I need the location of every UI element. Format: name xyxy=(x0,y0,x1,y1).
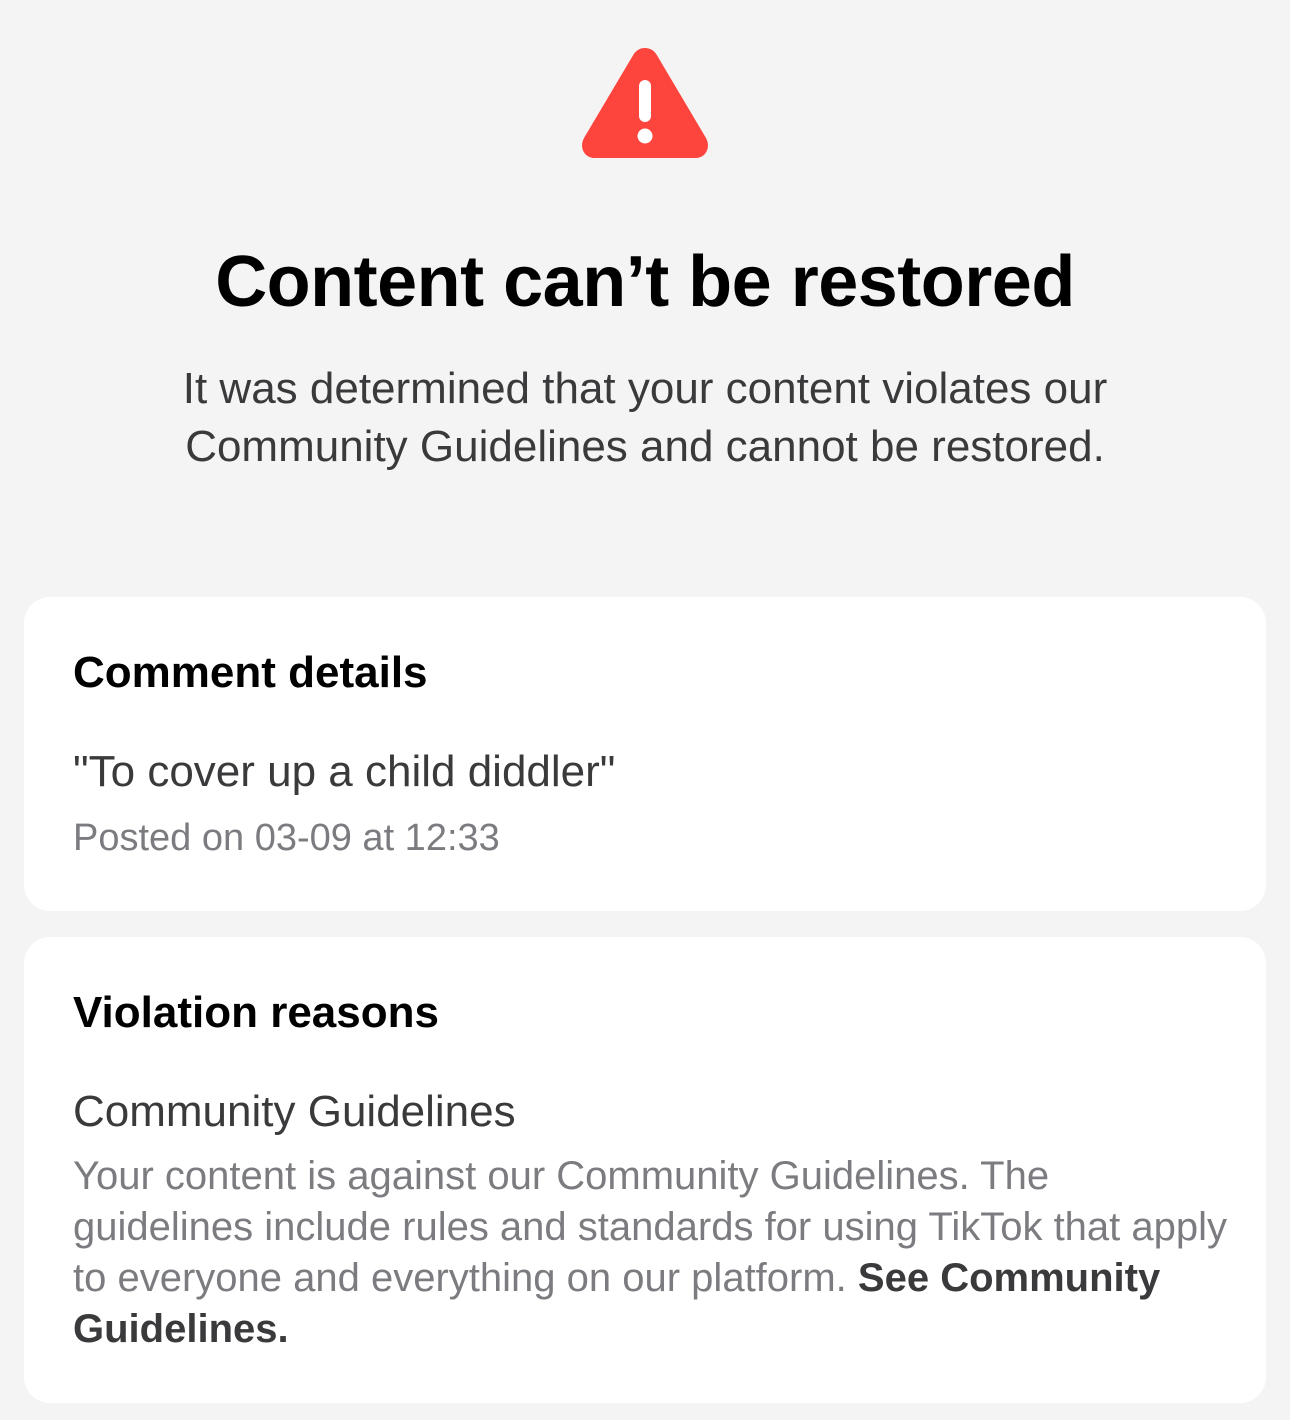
comment-details-card: Comment details "To cover up a child did… xyxy=(24,597,1266,911)
comment-details-title: Comment details xyxy=(73,648,428,697)
warning-icon xyxy=(580,44,710,160)
comment-text: "To cover up a child diddler" xyxy=(73,747,616,796)
violation-reasons-title: Violation reasons xyxy=(73,988,439,1037)
page-subtitle: It was determined that your content viol… xyxy=(182,364,1108,471)
violation-reasons-card: Violation reasons Community Guidelines Y… xyxy=(24,937,1266,1403)
reason-description-block: Your content is against our Community Gu… xyxy=(73,1151,1233,1355)
page-title: Content can’t be restored xyxy=(215,242,1075,322)
reason-name: Community Guidelines xyxy=(73,1087,516,1136)
posted-timestamp: Posted on 03-09 at 12:33 xyxy=(73,817,500,859)
